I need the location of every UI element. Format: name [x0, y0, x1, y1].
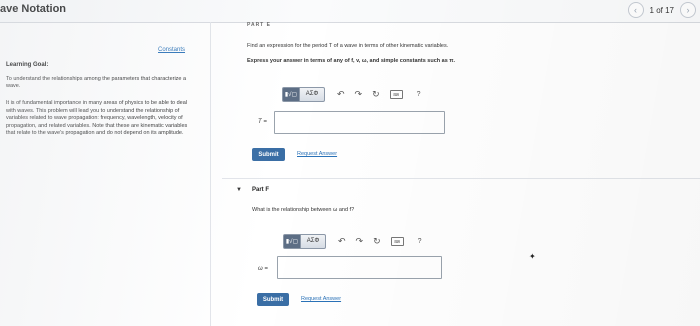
learning-goal-body: It is of fundamental importance in many … [6, 100, 188, 137]
part-f-toolbar: ▮√▢ ΑΣΦ ↶ ↷ ↻ ⌨ ? [283, 233, 422, 249]
part-e-answer-input[interactable] [274, 111, 445, 134]
keyboard-icon[interactable]: ⌨ [389, 89, 403, 99]
reset-icon[interactable]: ↻ [373, 236, 381, 247]
panel-divider [210, 22, 211, 326]
page-title: ave Notation [0, 3, 67, 15]
part-f-request-answer-link[interactable]: Request Answer [301, 296, 341, 302]
chevron-left-icon[interactable]: ‹ [627, 2, 644, 18]
part-e-answer-label: T = [258, 119, 267, 125]
keyboard-icon[interactable]: ⌨ [390, 236, 404, 246]
part-e-request-answer-link[interactable]: Request Answer [297, 151, 337, 157]
section-divider [222, 178, 700, 179]
part-e-toolbar: ▮√▢ ΑΣΦ ↶ ↷ ↻ ⌨ ? [282, 86, 421, 102]
mouse-cursor-icon: ✦ [529, 252, 536, 261]
part-f-answer-input[interactable] [277, 256, 442, 279]
chevron-right-icon[interactable]: › [680, 2, 696, 18]
top-bar: ave Notation ‹ 1 of 17 › [0, 0, 700, 23]
greek-button[interactable]: ΑΣΦ [300, 86, 325, 102]
undo-icon[interactable]: ↶ [337, 89, 345, 100]
redo-icon[interactable]: ↷ [356, 236, 364, 247]
part-e-instruction: Express your answer in terms of any of f… [247, 58, 456, 64]
part-f-title: Part F [252, 187, 270, 193]
collapse-caret-icon[interactable]: ▼ [236, 187, 242, 193]
redo-icon[interactable]: ↷ [355, 89, 363, 100]
help-icon[interactable]: ? [418, 238, 422, 245]
help-icon[interactable]: ? [417, 91, 421, 98]
undo-icon[interactable]: ↶ [338, 236, 346, 247]
pager: ‹ 1 of 17 › [627, 2, 696, 18]
part-e-question: Find an expression for the period T of a… [247, 43, 449, 49]
template-button[interactable]: ▮√▢ [282, 86, 300, 102]
reset-icon[interactable]: ↻ [372, 89, 380, 100]
learning-goal-title: Learning Goal: [6, 62, 49, 68]
part-e-submit-button[interactable]: Submit [252, 148, 285, 161]
part-f-answer-label: ω = [258, 266, 268, 272]
pager-label: 1 of 17 [649, 5, 674, 15]
template-button[interactable]: ▮√▢ [283, 233, 301, 249]
part-f-question: What is the relationship between ω and f… [252, 207, 355, 213]
constants-link[interactable]: Constants [158, 47, 185, 53]
part-f-submit-button[interactable]: Submit [257, 293, 289, 306]
learning-goal-text: To understand the relationships among th… [6, 76, 187, 89]
part-e-header: PART E [247, 22, 271, 28]
greek-button[interactable]: ΑΣΦ [301, 233, 326, 249]
